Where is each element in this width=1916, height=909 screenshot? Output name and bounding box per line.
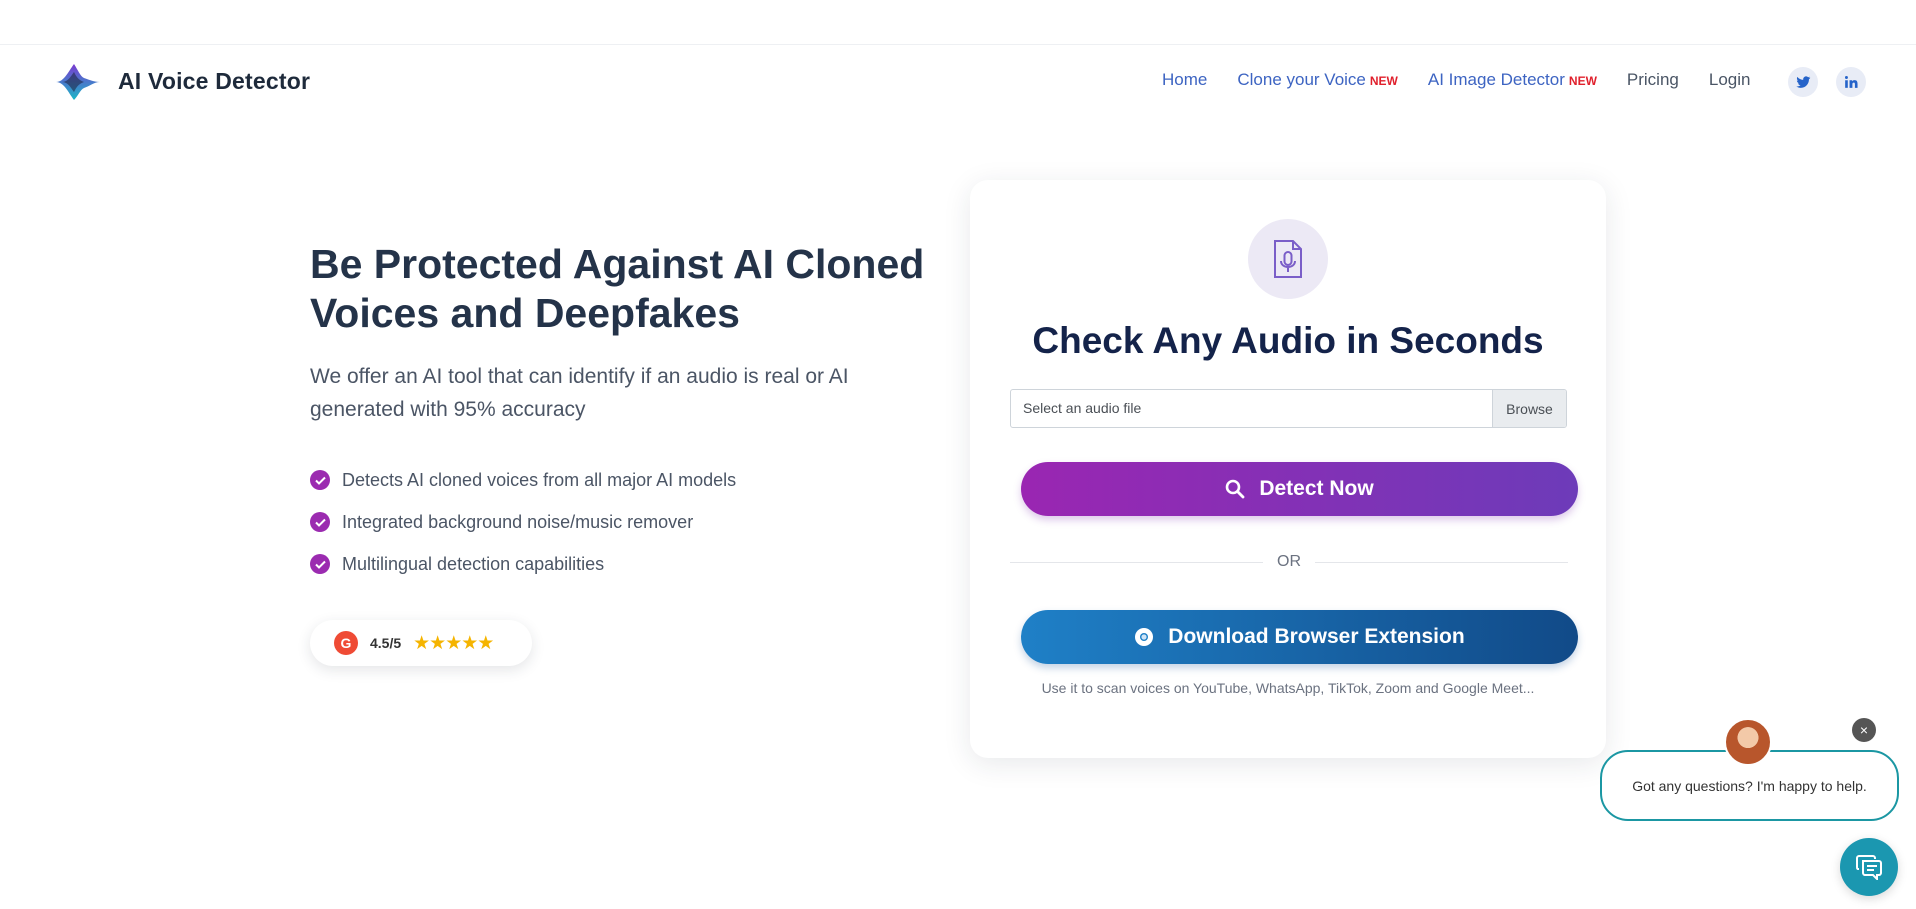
- detect-now-button[interactable]: Detect Now: [1021, 462, 1578, 516]
- chat-close-button[interactable]: ×: [1852, 718, 1876, 742]
- check-circle-icon: [310, 512, 330, 532]
- linkedin-icon: [1844, 76, 1858, 88]
- nav-ai-image-detector[interactable]: AI Image Detector NEW: [1428, 70, 1597, 90]
- or-text: OR: [1277, 553, 1301, 570]
- support-agent-avatar: [1724, 718, 1772, 766]
- waveform-logo-icon: [56, 64, 100, 100]
- nav-home-label: Home: [1162, 70, 1208, 89]
- download-extension-label: Download Browser Extension: [1168, 625, 1465, 648]
- check-circle-icon: [310, 470, 330, 490]
- feature-text: Integrated background noise/music remove…: [342, 511, 694, 532]
- g2-rating-badge[interactable]: G 4.5/5 ★★★★★: [310, 620, 532, 666]
- check-circle-icon: [310, 554, 330, 574]
- twitter-link[interactable]: [1788, 67, 1818, 97]
- hero-title: Be Protected Against AI Cloned Voices an…: [310, 241, 925, 336]
- chat-launcher-button[interactable]: [1840, 838, 1898, 896]
- rating-value: 4.5/5: [370, 635, 402, 651]
- nav-pricing-label: Pricing: [1626, 70, 1679, 89]
- new-badge: NEW: [1369, 74, 1398, 88]
- divider-line: [1315, 561, 1568, 563]
- brand-name: AI Voice Detector: [118, 67, 311, 94]
- nav-pricing[interactable]: Pricing: [1627, 70, 1679, 90]
- nav-home[interactable]: Home: [1162, 70, 1207, 90]
- chrome-icon: [1135, 628, 1154, 646]
- nav-clone-voice[interactable]: Clone your Voice NEW: [1237, 70, 1398, 90]
- nav-clone-voice-label: Clone your Voice: [1237, 70, 1366, 89]
- linkedin-link[interactable]: [1836, 67, 1866, 97]
- feature-list: Detects AI cloned voices from all major …: [310, 459, 736, 585]
- star-rating-icon: ★★★★★: [413, 632, 494, 654]
- g2-logo-icon: G: [334, 631, 358, 655]
- audio-file-input[interactable]: Select an audio file Browse: [1010, 389, 1567, 428]
- browse-button[interactable]: Browse: [1492, 390, 1566, 427]
- main-nav: Home Clone your Voice NEW AI Image Detect…: [1162, 70, 1750, 90]
- nav-ai-image-detector-label: AI Image Detector: [1427, 70, 1565, 89]
- twitter-icon: [1795, 75, 1810, 88]
- audio-check-card: Check Any Audio in Seconds Select an aud…: [970, 180, 1606, 758]
- card-title: Check Any Audio in Seconds: [1032, 320, 1544, 361]
- list-item: Multilingual detection capabilities: [310, 543, 736, 585]
- nav-login[interactable]: Login: [1709, 70, 1751, 90]
- chat-icon: [1856, 855, 1882, 880]
- divider-line: [1010, 561, 1263, 563]
- new-badge: NEW: [1568, 74, 1597, 88]
- chat-message: Got any questions? I'm happy to help.: [1632, 777, 1867, 794]
- list-item: Detects AI cloned voices from all major …: [310, 459, 736, 501]
- nav-login-label: Login: [1708, 70, 1751, 89]
- feature-text: Multilingual detection capabilities: [342, 553, 605, 574]
- brand-logo[interactable]: AI Voice Detector: [54, 60, 310, 102]
- hero-subtitle: We offer an AI tool that can identify if…: [310, 365, 849, 421]
- file-placeholder[interactable]: Select an audio file: [1011, 390, 1492, 427]
- top-divider: [0, 44, 1916, 45]
- or-divider: OR: [1010, 553, 1568, 571]
- audio-file-icon: [1248, 219, 1328, 299]
- feature-text: Detects AI cloned voices from all major …: [342, 469, 737, 490]
- download-extension-button[interactable]: Download Browser Extension: [1021, 610, 1578, 664]
- search-icon: [1226, 479, 1245, 499]
- list-item: Integrated background noise/music remove…: [310, 501, 736, 543]
- detect-now-label: Detect Now: [1259, 477, 1374, 500]
- extension-note: Use it to scan voices on YouTube, WhatsA…: [1041, 680, 1535, 696]
